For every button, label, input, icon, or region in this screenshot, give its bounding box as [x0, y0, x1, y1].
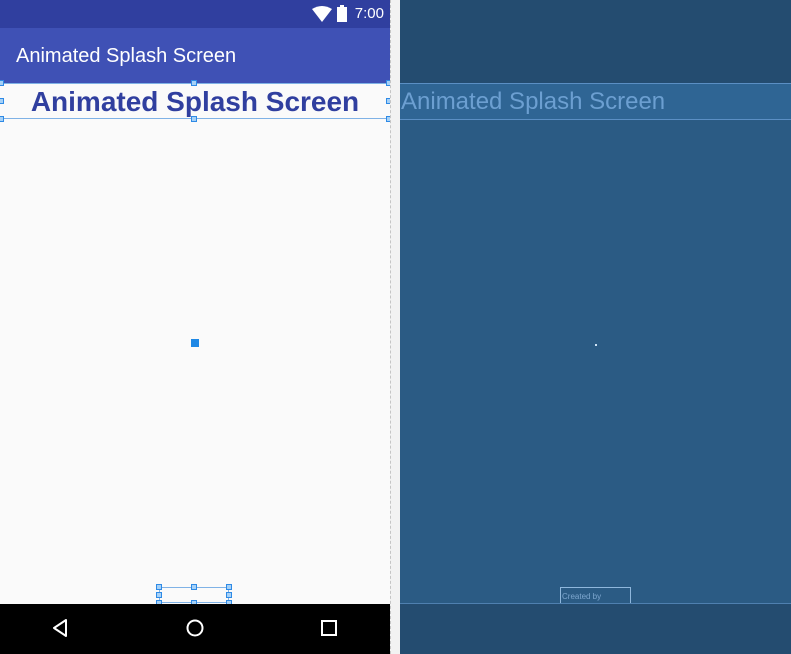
battery-icon: [337, 5, 347, 22]
navigation-bar: [0, 604, 390, 654]
blueprint-headline-text[interactable]: Animated Splash Screen: [401, 88, 665, 116]
headline-text[interactable]: Animated Splash Screen: [0, 84, 390, 120]
resize-handle[interactable]: [156, 592, 162, 598]
blueprint-navigation-bar: [400, 603, 791, 654]
blueprint-app-bar: [400, 28, 791, 83]
recents-square-icon[interactable]: [319, 618, 339, 638]
center-view-handle[interactable]: [191, 339, 199, 347]
resize-handle[interactable]: [226, 584, 232, 590]
resize-handle[interactable]: [0, 98, 4, 104]
preview-divider: [390, 0, 400, 654]
status-bar: 7:00: [0, 0, 390, 28]
blueprint-status-bar: [400, 0, 791, 28]
app-bar: Animated Splash Screen: [0, 28, 390, 83]
wifi-icon: [312, 6, 332, 22]
resize-handle[interactable]: [0, 116, 4, 122]
resize-handle[interactable]: [191, 116, 197, 122]
resize-handle[interactable]: [0, 80, 4, 86]
blueprint-center-view[interactable]: [595, 344, 597, 346]
resize-handle[interactable]: [156, 584, 162, 590]
back-triangle-icon[interactable]: [51, 618, 69, 638]
home-circle-icon[interactable]: [185, 618, 205, 638]
resize-handle[interactable]: [226, 592, 232, 598]
blueprint-preview: Animated Splash Screen Created by: [400, 0, 791, 654]
status-time: 7:00: [354, 5, 384, 22]
blueprint-created-by-text[interactable]: Created by: [562, 592, 601, 602]
app-title: Animated Splash Screen: [16, 45, 237, 67]
resize-handle[interactable]: [191, 80, 197, 86]
design-preview: 7:00 Animated Splash Screen Animated Spl…: [0, 0, 390, 654]
resize-handle[interactable]: [191, 584, 197, 590]
